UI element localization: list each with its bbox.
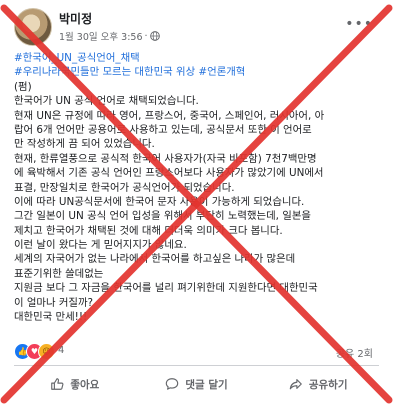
body-line: 표결, 만장일치로 한국어가 공식언어가 되었습니다.: [14, 181, 235, 194]
hashtag-line[interactable]: #우리나라국민들만 모르는 대한민국 위상 #언론개혁: [14, 65, 379, 79]
reaction-icons[interactable]: 👍 ♥ ☺: [14, 343, 55, 360]
reaction-count[interactable]: 4: [58, 345, 64, 356]
body-line: 현재 UN은 규정에 따라 영어, 프랑스어, 중국어, 스페인어, 러시아어,…: [14, 109, 325, 122]
body-line: 표준기위한 쓸데없는: [14, 267, 104, 280]
share-count[interactable]: 공유 2회: [336, 345, 373, 360]
hashtag-line[interactable]: #한국어_UN_공식언어_채택: [14, 51, 379, 65]
body-line: 세계의 자국어가 없는 나라에서 한국어를 하고싶은 나라가 많은데: [14, 253, 296, 266]
body-line: 랍어 6개 언어만 공용어로 사용하고 있는데, 공식문서 또한 이 언어로: [14, 123, 312, 136]
post-header: 박미정 1월 30일 오후 3:56 · •••: [14, 8, 379, 48]
post-body: #한국어_UN_공식언어_채택 #우리나라국민들만 모르는 대한민국 위상 #언론…: [14, 51, 379, 324]
body-line: 만 작성하게 끔 되어 있었습니다.: [14, 138, 155, 151]
body-line: 대한민국 만세!!!: [14, 311, 88, 324]
body-line: 지원금 보다 그 자금을 한국어를 널리 펴기위한데 지원한다면 대한민국: [14, 282, 318, 295]
like-button[interactable]: 좋아요: [14, 370, 136, 398]
body-line: 그간 일본이 UN 공식 언어 입성을 위해서 부단히 노력했는데, 일본을: [14, 210, 311, 223]
share-icon: [289, 379, 302, 390]
more-options-icon[interactable]: •••: [345, 16, 373, 32]
comment-button-label: 댓글 달기: [185, 378, 228, 391]
like-button-label: 좋아요: [70, 378, 100, 391]
avatar[interactable]: [14, 8, 52, 46]
body-line: 이런 날이 왔다는 게 믿어지지가 않네요.: [14, 239, 187, 252]
author-name[interactable]: 박미정: [59, 10, 92, 27]
care-icon: ☺: [38, 343, 55, 360]
share-button-label: 공유하기: [308, 378, 348, 391]
separator-dot: ·: [144, 30, 148, 42]
body-line: 현재, 한류열풍으로 공식적 한국어 사용자가(자국 비포함) 7천7백만명: [14, 152, 317, 165]
comment-button[interactable]: 댓글 달기: [136, 370, 258, 398]
comment-icon: [166, 378, 179, 390]
body-line: 이 얼마나 커질까?: [14, 296, 94, 309]
thumbs-up-icon: [51, 378, 64, 390]
body-line: 제치고 한국어가 채택된 것에 대해 더더욱 의미가 크다 봅니다.: [14, 224, 283, 237]
globe-icon: [149, 31, 160, 41]
share-button[interactable]: 공유하기: [257, 370, 379, 398]
body-line: (펌): [14, 80, 32, 93]
divider: [14, 365, 379, 366]
post-actions: 좋아요 댓글 달기 공유하기: [14, 370, 379, 398]
post-timestamp[interactable]: 1월 30일 오후 3:56: [59, 29, 143, 43]
reactions-bar: 👍 ♥ ☺ 4 공유 2회: [14, 342, 379, 360]
body-line: 이에 따라 UN공식문서에 한국어 문자 사용이 가능하게 되었습니다.: [14, 195, 305, 208]
post-meta: 1월 30일 오후 3:56 ·: [59, 29, 160, 43]
body-line: 한국어가 UN 공식 언어로 채택되었습니다.: [14, 95, 199, 108]
facebook-post: 박미정 1월 30일 오후 3:56 · ••• #한국어_UN_공식언어_채택…: [0, 0, 393, 405]
body-line: 에 육박해서 기존 공식 언어인 프랑스어보다 사용자가 많았기에 UN에서: [14, 167, 324, 180]
